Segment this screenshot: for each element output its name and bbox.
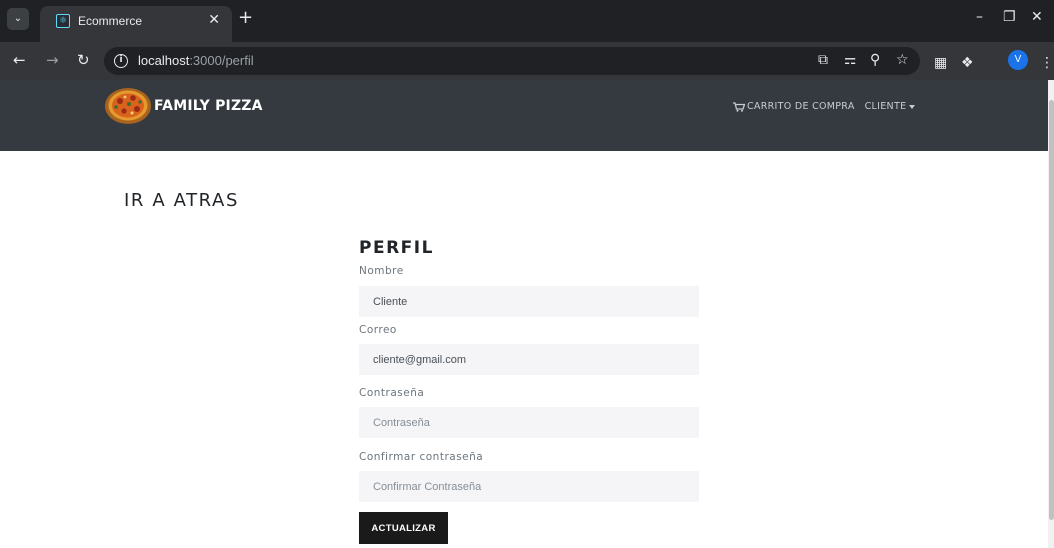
brand-link[interactable]: FAMILY PIZZA bbox=[104, 86, 263, 126]
name-input[interactable] bbox=[359, 286, 699, 317]
new-tab-icon[interactable]: + bbox=[238, 9, 253, 27]
email-input[interactable] bbox=[359, 344, 699, 375]
password-input[interactable] bbox=[359, 407, 699, 438]
zoom-icon[interactable]: ⚲ bbox=[870, 52, 880, 68]
minimize-icon[interactable]: – bbox=[976, 9, 983, 25]
nav-cart-link[interactable]: CARRITO DE COMPRA bbox=[733, 101, 855, 112]
site-info-icon[interactable]: i bbox=[114, 54, 128, 68]
pizza-logo-icon bbox=[105, 88, 151, 124]
forward-arrow-icon[interactable]: → bbox=[46, 51, 59, 69]
profile-form: PERFIL Nombre Correo Contraseña Confirma… bbox=[359, 238, 699, 544]
install-app-icon[interactable]: ⧉ bbox=[818, 52, 828, 68]
tab-title: Ecommerce bbox=[78, 14, 143, 28]
confirm-password-label: Confirmar contraseña bbox=[359, 451, 484, 463]
nav-links: CARRITO DE COMPRA CLIENTE bbox=[733, 101, 916, 112]
user-dropdown-toggle[interactable]: CLIENTE bbox=[865, 101, 916, 112]
shopping-cart-icon bbox=[733, 101, 745, 112]
browser-menu-icon[interactable]: ⋮ bbox=[1040, 55, 1054, 71]
profile-avatar[interactable]: V bbox=[1008, 50, 1028, 70]
site-navbar: FAMILY PIZZA CARRITO DE COMPRA CLIENTE bbox=[0, 80, 1048, 151]
brand-name: FAMILY PIZZA bbox=[154, 98, 263, 114]
translate-icon[interactable]: ⚎ bbox=[844, 52, 857, 68]
restore-icon[interactable]: ❐ bbox=[1003, 9, 1016, 25]
browser-toolbar: ← → ↻ i localhost:3000/perfil ⧉ ⚎ ⚲ ☆ ▦ … bbox=[0, 42, 1054, 80]
email-label: Correo bbox=[359, 324, 397, 336]
react-favicon-icon: ⚛ bbox=[56, 14, 70, 28]
reload-icon[interactable]: ↻ bbox=[77, 51, 90, 69]
caret-down-icon bbox=[909, 104, 916, 109]
back-arrow-icon[interactable]: ← bbox=[13, 51, 26, 69]
url-text: localhost:3000/perfil bbox=[138, 53, 254, 68]
back-link[interactable]: IR A ATRAS bbox=[124, 190, 239, 211]
name-label: Nombre bbox=[359, 265, 404, 277]
form-title: PERFIL bbox=[359, 238, 434, 258]
confirm-password-input[interactable] bbox=[359, 471, 699, 502]
extensions-puzzle-icon[interactable]: ❖ bbox=[961, 55, 974, 71]
extension-icon[interactable]: ▦ bbox=[934, 55, 947, 71]
page-viewport: FAMILY PIZZA CARRITO DE COMPRA CLIENTE I… bbox=[0, 80, 1054, 548]
password-label: Contraseña bbox=[359, 387, 425, 399]
nav-cart-label: CARRITO DE COMPRA bbox=[747, 101, 855, 112]
close-window-icon[interactable]: ✕ bbox=[1031, 9, 1043, 25]
update-button[interactable]: ACTUALIZAR bbox=[359, 512, 448, 544]
page-scrollbar[interactable] bbox=[1048, 80, 1054, 548]
close-tab-icon[interactable]: ✕ bbox=[208, 12, 220, 28]
address-bar[interactable]: i localhost:3000/perfil ⧉ ⚎ ⚲ ☆ bbox=[104, 47, 920, 75]
browser-tab[interactable]: ⚛ Ecommerce ✕ bbox=[40, 6, 232, 42]
bookmark-star-icon[interactable]: ☆ bbox=[896, 52, 909, 68]
tab-search-chevron-icon[interactable]: ⌄ bbox=[7, 8, 29, 30]
user-dropdown-label: CLIENTE bbox=[864, 101, 907, 112]
scrollbar-thumb[interactable] bbox=[1049, 100, 1054, 520]
browser-tab-strip: ⌄ ⚛ Ecommerce ✕ + – ❐ ✕ bbox=[0, 0, 1054, 42]
